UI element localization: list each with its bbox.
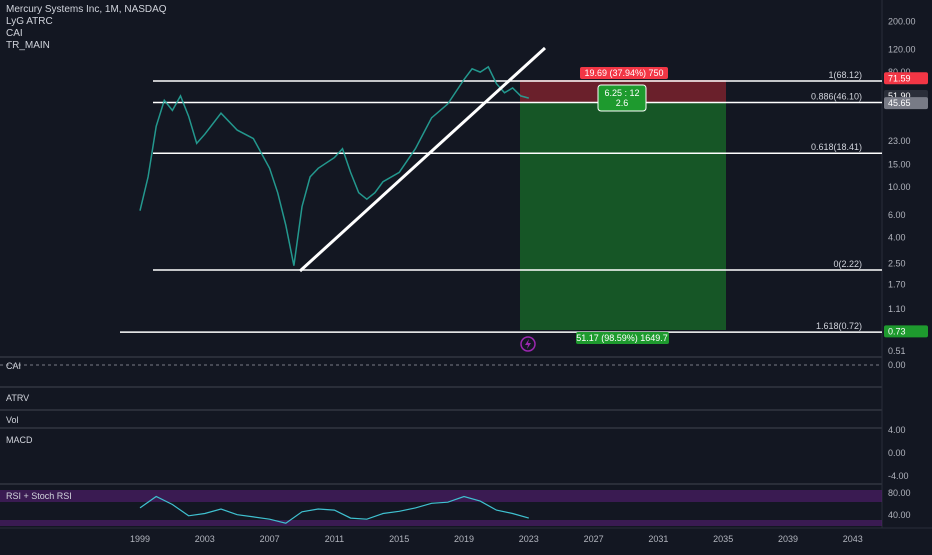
x-tick-label: 2027 [584,534,604,544]
x-tick-label: 2035 [713,534,733,544]
pane-label-rsi[interactable]: RSI + Stoch RSI [6,491,72,501]
chart-title[interactable]: Mercury Systems Inc, 1M, NASDAQ [6,4,167,16]
target-label: 51.17 (98.59%) 1649.7 [576,333,668,343]
pane-label-macd[interactable]: MACD [6,435,33,445]
fib-level-label: 1(68.12) [828,70,862,80]
y-tick-label: 1.70 [888,280,906,290]
y-tick-label: 200.00 [888,17,916,27]
pane-label-atrv[interactable]: ATRV [6,393,29,403]
x-tick-label: 2031 [648,534,668,544]
rsi-overbought-band [0,490,882,502]
chart-legend: Mercury Systems Inc, 1M, NASDAQ LyG ATRC… [6,4,167,52]
x-tick-label: 2015 [389,534,409,544]
x-tick-label: 2007 [260,534,280,544]
take-profit-zone[interactable] [520,102,726,330]
x-tick-label: 1999 [130,534,150,544]
indicator-cai[interactable]: CAI [6,28,167,40]
x-tick-label: 2039 [778,534,798,544]
pane-label-cai[interactable]: CAI [6,361,21,371]
fib-level-label: 1.618(0.72) [816,321,862,331]
subpane-tick-label: -4.00 [888,471,909,481]
ratio-label-line2: 2.6 [616,98,629,108]
subpane-tick-label: 0.00 [888,448,906,458]
y-tick-label: 120.00 [888,45,916,55]
ratio-label-line1: 6.25 : 12 [604,88,639,98]
subpane-tick-label: 40.00 [888,510,911,520]
x-tick-label: 2019 [454,534,474,544]
subpane-tick-label: 4.00 [888,425,906,435]
chart-background [0,0,932,550]
price-marker-label: 71.59 [888,73,911,83]
indicator-lyg-atrc[interactable]: LyG ATRC [6,16,167,28]
y-tick-label: 4.00 [888,232,906,242]
stop-label: 19.69 (37.94%) 750 [584,68,663,78]
subpane-tick-label: 80.00 [888,488,911,498]
price-marker-label: 0.73 [888,326,906,336]
x-tick-label: 2043 [843,534,863,544]
y-tick-label: 1.10 [888,304,906,314]
y-tick-label: 15.00 [888,160,911,170]
fib-level-label: 0(2.22) [833,259,862,269]
indicator-tr-main[interactable]: TR_MAIN [6,40,167,52]
rsi-oversold-band [0,520,882,526]
fib-level-label: 0.618(18.41) [811,142,862,152]
subpane-tick-label: 0.00 [888,360,906,370]
y-tick-label: 2.50 [888,258,906,268]
x-tick-label: 2011 [325,534,344,544]
y-tick-label: 6.00 [888,210,906,220]
x-tick-label: 2003 [195,534,215,544]
y-tick-label: 0.51 [888,346,906,356]
x-tick-label: 2023 [519,534,539,544]
chart-root: 1999 2003 2007 2011 2015 2019 2023 2027 2031 2035… [0,0,932,550]
chart-svg: 1999 2003 2007 2011 2015 2019 2023 2027 2031 2035… [0,0,932,550]
fib-level-label: 0.886(46.10) [811,92,862,102]
price-marker-label: 45.65 [888,98,911,108]
y-tick-label: 23.00 [888,136,911,146]
y-tick-label: 10.00 [888,182,911,192]
pane-label-vol[interactable]: Vol [6,415,19,425]
